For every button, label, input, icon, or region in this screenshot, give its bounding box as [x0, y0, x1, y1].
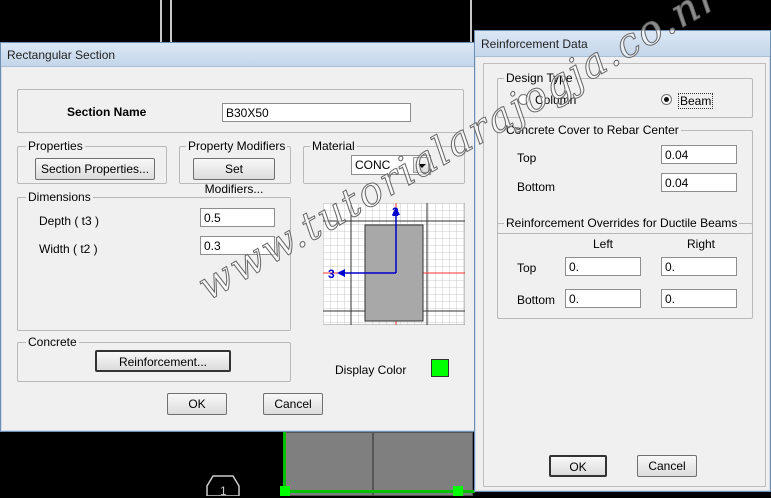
- material-label: Material: [310, 139, 357, 153]
- depth-input[interactable]: [200, 208, 275, 227]
- model-element: [285, 432, 373, 496]
- reinforcement-button[interactable]: Reinforcement...: [95, 350, 231, 372]
- display-color-label: Display Color: [335, 363, 407, 377]
- right-column-header: Right: [687, 237, 716, 251]
- beam-radio[interactable]: [661, 94, 672, 105]
- beam-option-label[interactable]: Beam: [678, 93, 714, 109]
- property-modifiers-label: Property Modifiers: [186, 139, 288, 153]
- model-node: [280, 486, 290, 496]
- reinforcement-overrides-label: Reinforcement Overrides for Ductile Beam…: [504, 216, 740, 230]
- top-cover-label: Top: [517, 151, 537, 165]
- override-top-label: Top: [517, 261, 537, 275]
- section-properties-button[interactable]: Section Properties...: [35, 158, 155, 180]
- model-node: [453, 486, 463, 496]
- width-label: Width ( t2 ): [39, 242, 98, 256]
- column-radio[interactable]: [518, 94, 529, 105]
- bottom-cover-label: Bottom: [517, 180, 556, 194]
- column-option-label[interactable]: Column: [535, 93, 576, 107]
- grid-line: [160, 0, 162, 44]
- material-select[interactable]: CONC: [351, 155, 431, 175]
- section-name-label: Section Name: [67, 105, 147, 119]
- rectangular-section-dialog: Rectangular Section Section Name Propert…: [0, 42, 478, 432]
- section-preview: [323, 203, 465, 325]
- chevron-down-icon[interactable]: [413, 157, 429, 173]
- ok-button[interactable]: OK: [167, 393, 227, 415]
- set-modifiers-button[interactable]: Set Modifiers...: [193, 158, 275, 196]
- properties-label: Properties: [26, 139, 85, 153]
- grid-line: [470, 0, 472, 44]
- depth-label: Depth ( t3 ): [39, 214, 100, 228]
- concrete-label: Concrete: [26, 335, 79, 349]
- bottom-cover-input[interactable]: [661, 173, 737, 192]
- display-color-swatch[interactable]: [431, 359, 449, 377]
- cancel-button[interactable]: Cancel: [263, 393, 323, 415]
- left-column-header: Left: [593, 237, 614, 251]
- cancel-button[interactable]: Cancel: [637, 455, 697, 477]
- design-type-label: Design Type: [504, 71, 575, 85]
- bottom-right-input[interactable]: [661, 289, 737, 308]
- grid-line: [170, 0, 172, 44]
- override-bottom-label: Bottom: [517, 293, 556, 307]
- model-beam: [285, 490, 475, 493]
- reinforcement-data-dialog: Reinforcement Data Design Type Column Be…: [474, 30, 771, 492]
- section-name-input[interactable]: [222, 103, 411, 122]
- material-select-value: CONC: [355, 158, 391, 172]
- top-right-input[interactable]: [661, 257, 737, 276]
- dimensions-label: Dimensions: [26, 190, 93, 204]
- bottom-left-input[interactable]: [565, 289, 641, 308]
- dialog-title: Reinforcement Data: [475, 31, 770, 57]
- axis-3-label: 3: [328, 267, 335, 281]
- ok-button[interactable]: OK: [549, 455, 607, 477]
- axis-2-label: 2: [392, 205, 399, 219]
- top-left-input[interactable]: [565, 257, 641, 276]
- dialog-title: Rectangular Section: [1, 43, 477, 67]
- top-cover-input[interactable]: [661, 145, 737, 164]
- width-input[interactable]: [200, 236, 275, 255]
- concrete-cover-label: Concrete Cover to Rebar Center: [504, 123, 681, 137]
